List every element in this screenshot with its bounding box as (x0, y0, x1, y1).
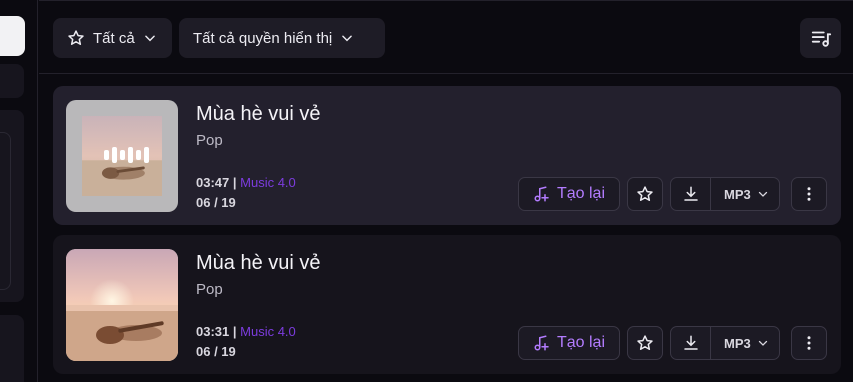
remake-label: Tạo lại (556, 334, 606, 351)
meta-separator: | (232, 175, 237, 190)
song-model: Music 4.0 (240, 175, 296, 190)
song-genre: Pop (196, 132, 223, 149)
song-card[interactable]: Mùa hè vui vẻ Pop 03:47 | Music 4.0 06 /… (53, 86, 841, 225)
playing-indicator (104, 147, 149, 163)
filter-visibility-dropdown[interactable]: Tất cả quyền hiển thị (179, 18, 385, 58)
chevron-down-icon (758, 340, 767, 346)
filter-visibility-label: Tất cả quyền hiển thị (193, 29, 333, 47)
more-options-button[interactable] (791, 326, 827, 360)
filter-all-dropdown[interactable]: Tất cả (53, 18, 172, 58)
song-cover[interactable] (66, 249, 178, 361)
song-model: Music 4.0 (240, 324, 296, 339)
sidebar-inner-box (0, 132, 11, 290)
favorite-button[interactable] (627, 177, 663, 211)
remake-label: Tạo lại (556, 185, 606, 202)
remake-button[interactable]: Tạo lại (518, 177, 620, 211)
format-select[interactable]: MP3 (711, 187, 769, 202)
download-button[interactable] (671, 327, 711, 359)
music-plus-icon (534, 335, 549, 351)
star-icon (637, 335, 653, 350)
sidebar-panel (0, 315, 24, 382)
star-icon (637, 186, 653, 201)
chevron-down-icon (144, 35, 155, 42)
favorite-button[interactable] (627, 326, 663, 360)
more-vertical-icon (807, 336, 811, 350)
chevron-down-icon (758, 191, 767, 197)
music-plus-icon (534, 186, 549, 202)
sort-list-icon (811, 31, 831, 47)
star-icon (68, 30, 84, 45)
filter-all-label: Tất cả (93, 29, 135, 47)
download-icon (683, 186, 698, 201)
download-format-group[interactable]: MP3 (670, 326, 780, 360)
format-label: MP3 (724, 186, 751, 202)
more-vertical-icon (807, 187, 811, 201)
song-title[interactable]: Mùa hè vui vẻ (196, 103, 321, 126)
download-icon (683, 335, 698, 350)
format-select[interactable]: MP3 (711, 336, 769, 351)
more-options-button[interactable] (791, 177, 827, 211)
sort-list-button[interactable] (800, 18, 841, 58)
app-root: Tất cả Tất cả quyền hiển thị Mùa hè vui … (0, 0, 853, 382)
format-label: MP3 (724, 335, 751, 351)
left-sidebar (0, 0, 38, 382)
song-card[interactable]: Mùa hè vui vẻ Pop 03:31 | Music 4.0 06 /… (53, 235, 841, 374)
sidebar-search-input[interactable] (0, 16, 25, 56)
remake-button[interactable]: Tạo lại (518, 326, 620, 360)
song-count: 06 / 19 (196, 195, 236, 210)
meta-separator: | (232, 324, 237, 339)
download-button[interactable] (671, 178, 711, 210)
sidebar-panel (0, 64, 24, 98)
download-format-group[interactable]: MP3 (670, 177, 780, 211)
beach-guitar-cover-image (66, 249, 178, 361)
chevron-down-icon (342, 35, 353, 42)
song-title[interactable]: Mùa hè vui vẻ (196, 252, 321, 275)
song-cover[interactable] (66, 100, 178, 212)
song-meta: 03:31 | Music 4.0 (196, 324, 296, 339)
song-count: 06 / 19 (196, 344, 236, 359)
song-duration: 03:31 (196, 324, 230, 339)
song-meta: 03:47 | Music 4.0 (196, 175, 296, 190)
song-genre: Pop (196, 281, 223, 298)
song-duration: 03:47 (196, 175, 230, 190)
